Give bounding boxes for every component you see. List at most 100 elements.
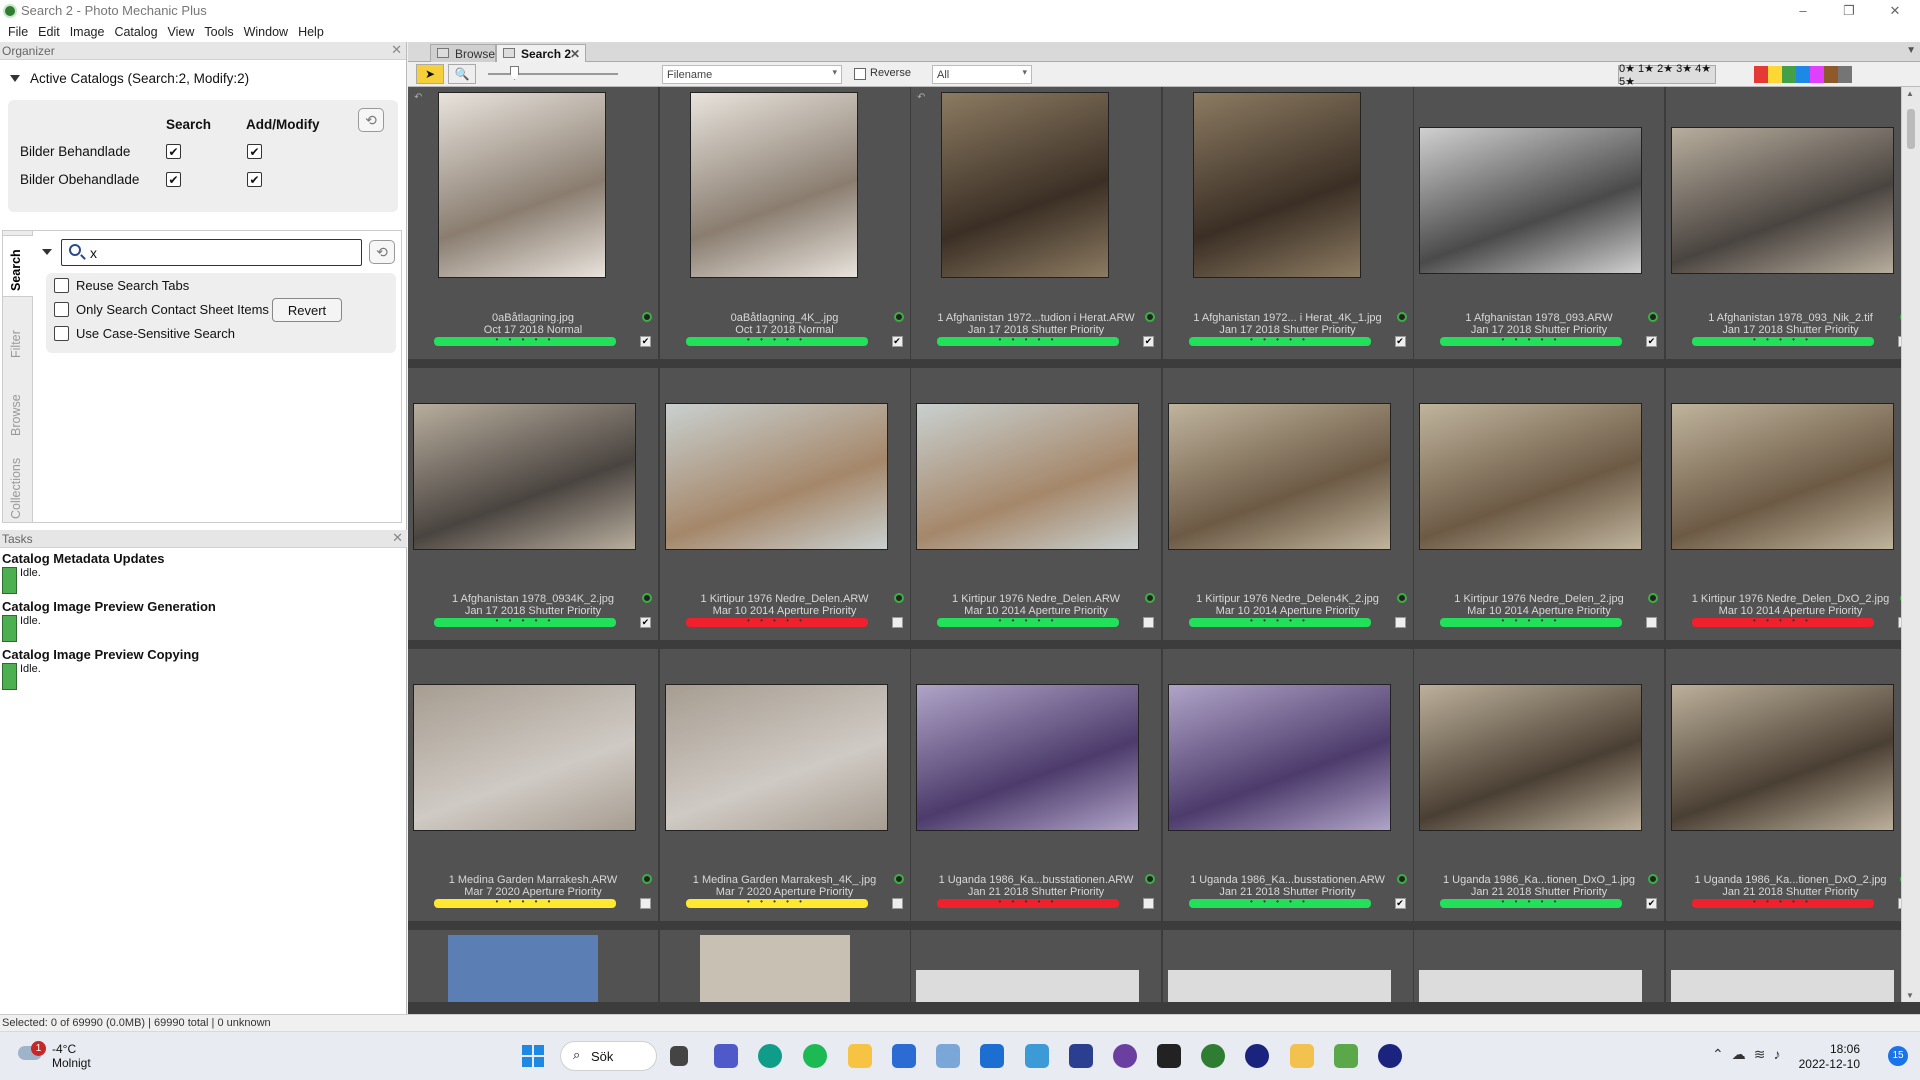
star-rating-dots[interactable]: • • • • •: [1189, 335, 1371, 344]
only-contact-sheet-checkbox[interactable]: [54, 302, 69, 317]
tasks-close-icon[interactable]: ✕: [392, 530, 403, 546]
thumbnail-image[interactable]: [1192, 92, 1361, 278]
thumbnail-cell[interactable]: 1 Uganda 1986_Ka...busstationen.ARW Jan 2…: [1162, 649, 1413, 921]
minimize-button[interactable]: –: [1780, 0, 1826, 21]
thumbnail-cell[interactable]: 1 Kirtipur 1976 Nedre_Delen4K_2.jpg Mar 1…: [1162, 368, 1413, 640]
color-label-swatch[interactable]: [1796, 66, 1810, 83]
slider-handle[interactable]: [510, 66, 519, 80]
filter-select[interactable]: All ▾: [932, 65, 1032, 84]
restore-button[interactable]: ❐: [1826, 0, 1872, 21]
tag-checkbox[interactable]: ✔: [640, 336, 651, 347]
thumbnail-image[interactable]: [1167, 684, 1391, 831]
thumbnail-cell[interactable]: 1 Kirtipur 1976 Nedre_Delen_DxO_2.jpg Mar…: [1665, 368, 1901, 640]
close-button[interactable]: ✕: [1872, 0, 1918, 21]
snipping-tool-icon[interactable]: [1025, 1044, 1049, 1068]
color-label-bar[interactable]: • • • • •: [434, 335, 616, 346]
tag-checkbox[interactable]: [1143, 898, 1154, 909]
mail-app-icon[interactable]: [1290, 1044, 1314, 1068]
color-label-bar[interactable]: • • • • •: [1188, 616, 1371, 627]
tag-checkbox[interactable]: ✔: [891, 336, 903, 347]
clock[interactable]: 18:06 2022-12-10: [1799, 1042, 1860, 1072]
color-label-bar[interactable]: • • • • •: [685, 897, 868, 908]
star-rating-dots[interactable]: • • • • •: [686, 616, 868, 625]
color-label-bar[interactable]: • • • • •: [937, 897, 1119, 908]
star-rating-filter[interactable]: 0★ 1★ 2★ 3★ 4★ 5★: [1618, 63, 1716, 88]
color-label-bar[interactable]: • • • • •: [937, 335, 1119, 346]
thumbnail-image[interactable]: [413, 403, 636, 550]
tab-browse[interactable]: Browse: [430, 44, 496, 62]
reuse-search-tabs-option[interactable]: Reuse Search Tabs: [54, 278, 189, 293]
menu-edit[interactable]: Edit: [38, 25, 60, 39]
tag-checkbox[interactable]: [1646, 617, 1657, 628]
scroll-up-icon[interactable]: ▲: [1906, 89, 1914, 98]
catalog-sync-button[interactable]: ⟲: [358, 108, 384, 132]
thumbnail-cell[interactable]: 0aBåtlagning_4K_.jpg Oct 17 2018 Normal • …: [659, 87, 910, 359]
color-label-swatch[interactable]: [1838, 66, 1852, 83]
tag-checkbox[interactable]: [1394, 617, 1406, 628]
menu-file[interactable]: File: [8, 25, 28, 39]
eye-app-icon[interactable]: [1113, 1044, 1137, 1068]
task-view-icon[interactable]: [670, 1046, 688, 1066]
catalog-search-checkbox[interactable]: ✔: [166, 144, 181, 159]
rotate-icon[interactable]: ↶: [414, 92, 422, 103]
thumbnail-image[interactable]: [664, 403, 888, 550]
star-rating-dots[interactable]: • • • • •: [937, 335, 1119, 344]
thumbnail-image[interactable]: [1670, 970, 1894, 1002]
thumbnail-cell[interactable]: 1 Afghanistan 1972...tudion i Herat.ARW J…: [911, 87, 1161, 359]
side-tab-collections[interactable]: Collections: [9, 458, 23, 519]
star-rating-dots[interactable]: • • • • •: [1440, 616, 1622, 625]
star-rating-dots[interactable]: • • • • •: [434, 897, 616, 906]
tag-checkbox[interactable]: [1143, 617, 1154, 628]
thumbnail-cell[interactable]: 1 Afghanistan 1978_093_Nik_2.tif Jan 17 2…: [1665, 87, 1901, 359]
thumbnail-cell[interactable]: 1 Uganda 1986_Ka...tionen_DxO_1.jpg Jan 2…: [1414, 649, 1664, 921]
thumbnail-image[interactable]: [699, 935, 850, 1002]
star-rating-dots[interactable]: • • • • •: [686, 897, 868, 906]
file-explorer-icon[interactable]: [848, 1044, 872, 1068]
color-label-bar[interactable]: • • • • •: [1188, 897, 1371, 908]
star-rating-dots[interactable]: • • • • •: [434, 616, 616, 625]
tab-search-2[interactable]: Search 2 ✕: [496, 44, 586, 62]
thumbnail-image[interactable]: [1670, 127, 1894, 274]
color-label-bar[interactable]: • • • • •: [1440, 897, 1622, 908]
star-rating-dots[interactable]: • • • • •: [686, 335, 868, 344]
scroll-down-icon[interactable]: ▼: [1906, 991, 1914, 1000]
catalog-modify-checkbox[interactable]: ✔: [247, 144, 262, 159]
color-label-bar[interactable]: • • • • •: [685, 616, 868, 627]
thumbnail-cell[interactable]: 1 Uganda 1986_Ka...busstationen.ARW Jan 2…: [911, 649, 1161, 921]
thumbnail-cell[interactable]: 1 Uganda 1986_Ka...tionen_DxO_2.jpg Jan 2…: [1665, 649, 1901, 921]
star-rating-dots[interactable]: • • • • •: [1692, 335, 1874, 344]
thumbnail-cell[interactable]: 1 Afghanistan 1978_093.ARW Jan 17 2018 Sh…: [1414, 87, 1664, 359]
tag-checkbox[interactable]: ✔: [640, 617, 651, 628]
thumbnail-image[interactable]: [413, 684, 636, 831]
thumbnail-image[interactable]: [916, 403, 1139, 550]
color-label-bar[interactable]: • • • • •: [434, 897, 616, 908]
thumbnail-cell[interactable]: [911, 930, 1161, 1002]
star-rating-dots[interactable]: • • • • •: [434, 335, 616, 344]
reverse-checkbox[interactable]: [854, 68, 866, 80]
star-rating-dots[interactable]: • • • • •: [937, 897, 1119, 906]
thumbnail-cell[interactable]: [1414, 930, 1664, 1002]
side-tab-search[interactable]: Search: [9, 249, 23, 291]
menu-catalog[interactable]: Catalog: [114, 25, 157, 39]
thumbnail-cell[interactable]: [1665, 930, 1901, 1002]
star-rating-dots[interactable]: • • • • •: [937, 616, 1119, 625]
menu-image[interactable]: Image: [70, 25, 105, 39]
edge-icon[interactable]: [758, 1044, 782, 1068]
tag-checkbox[interactable]: [640, 898, 651, 909]
menu-help[interactable]: Help: [298, 25, 324, 39]
thumbnail-image[interactable]: [916, 684, 1139, 831]
thumbnail-image[interactable]: [1670, 684, 1894, 831]
weather-widget[interactable]: -4°C Molnigt: [52, 1042, 91, 1070]
photo-app-icon[interactable]: [1069, 1044, 1093, 1068]
thumbnail-image[interactable]: [664, 684, 888, 831]
rotate-icon[interactable]: ↶: [917, 92, 925, 103]
thumbnail-image[interactable]: [1167, 403, 1391, 550]
color-label-swatch[interactable]: [1782, 66, 1796, 83]
thumbnail-image[interactable]: [689, 92, 858, 278]
thumbnail-image[interactable]: [448, 935, 598, 1002]
color-label-bar[interactable]: • • • • •: [1188, 335, 1371, 346]
image-editor-icon[interactable]: [1334, 1044, 1358, 1068]
tag-checkbox[interactable]: [891, 617, 903, 628]
thumbnail-cell[interactable]: 1 Medina Garden Marrakesh.ARW Mar 7 2020 …: [408, 649, 658, 921]
tab-overflow-icon[interactable]: ▼: [1906, 45, 1916, 56]
